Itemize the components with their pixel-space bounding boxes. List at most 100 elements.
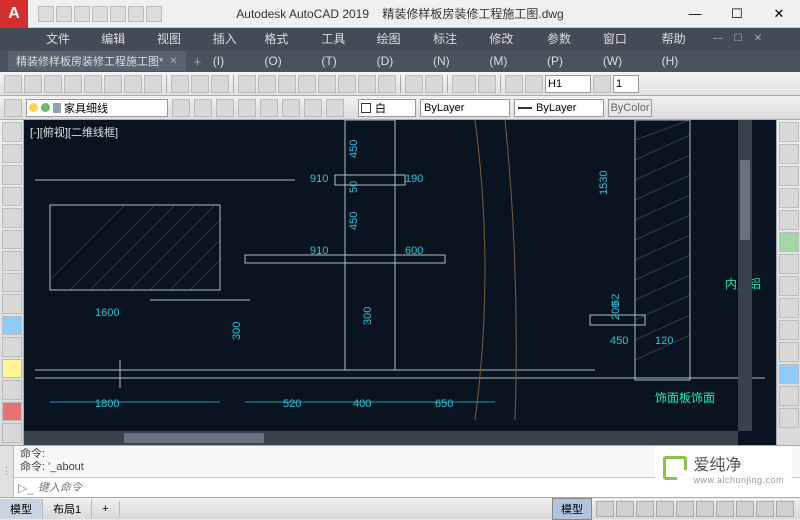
status-otrack-icon[interactable] [696, 501, 714, 517]
tab-close-icon[interactable]: ✕ [169, 56, 177, 67]
tool-move-icon[interactable] [779, 232, 799, 252]
tool-point-icon[interactable] [2, 294, 22, 314]
status-workspace-icon[interactable] [756, 501, 774, 517]
tool-extend-icon[interactable] [779, 342, 799, 362]
tool-spline-icon[interactable] [2, 273, 22, 293]
tool-dim-ordinate-icon[interactable] [64, 75, 82, 93]
tool-dim-arc-icon[interactable] [44, 75, 62, 93]
tool-dim-edit-icon[interactable] [358, 75, 376, 93]
vertical-scrollbar[interactable] [738, 120, 752, 431]
status-polar-icon[interactable] [656, 501, 674, 517]
mdi-minimize-icon[interactable]: — [708, 28, 728, 50]
tool-region-icon[interactable] [2, 380, 22, 400]
tool-pline-icon[interactable] [2, 144, 22, 164]
scrollbar-thumb[interactable] [740, 160, 750, 240]
status-snap-icon[interactable] [616, 501, 634, 517]
tool-rectangle-icon[interactable] [2, 208, 22, 228]
text-style-dropdown[interactable]: H1 [545, 75, 591, 93]
tool-hatch-icon[interactable] [2, 251, 22, 271]
tool-make-block-icon[interactable] [2, 337, 22, 357]
lineweight-dropdown[interactable]: ByLayer [514, 99, 604, 117]
status-anno-icon[interactable] [736, 501, 754, 517]
layer-iso-icon[interactable] [216, 99, 234, 117]
tool-copy-icon[interactable] [779, 144, 799, 164]
tool-revision-cloud-icon[interactable] [2, 423, 22, 443]
layer-freeze-tool-icon[interactable] [260, 99, 278, 117]
status-osnap-icon[interactable] [676, 501, 694, 517]
tool-ellipse-icon[interactable] [2, 230, 22, 250]
menu-help[interactable]: 帮助(H) [652, 28, 708, 50]
text-height-input[interactable]: 1 [613, 75, 639, 93]
tool-offset-icon[interactable] [779, 188, 799, 208]
qat-save-icon[interactable] [74, 6, 90, 22]
menu-edit[interactable]: 编辑(E) [91, 28, 147, 50]
tool-dim-aligned-icon[interactable] [24, 75, 42, 93]
tool-rotate-icon[interactable] [779, 254, 799, 274]
close-button[interactable]: ✕ [758, 0, 800, 28]
drawing-area[interactable]: [-][俯视][二维线框] [24, 120, 776, 445]
layer-manager-icon[interactable] [4, 99, 22, 117]
layer-make-current-icon[interactable] [304, 99, 322, 117]
tool-inspect-icon[interactable] [318, 75, 336, 93]
tab-layout1[interactable]: 布局1 [43, 499, 92, 519]
tool-tolerance-icon[interactable] [278, 75, 296, 93]
horizontal-scrollbar[interactable] [24, 431, 738, 445]
qat-redo-icon[interactable] [146, 6, 162, 22]
qat-undo-icon[interactable] [128, 6, 144, 22]
scrollbar-thumb[interactable] [124, 433, 264, 443]
layer-states-icon[interactable] [194, 99, 212, 117]
tool-mtext-icon[interactable] [452, 75, 476, 93]
tool-dtext-icon[interactable] [478, 75, 496, 93]
qat-saveas-icon[interactable] [92, 6, 108, 22]
tool-explode-icon[interactable] [779, 408, 799, 428]
command-grip-icon[interactable]: ⋮ [0, 446, 14, 497]
minimize-button[interactable]: — [674, 0, 716, 28]
new-tab-button[interactable]: + [194, 54, 202, 69]
tool-fillet-icon[interactable] [779, 364, 799, 384]
tool-jog-line-icon[interactable] [338, 75, 356, 93]
tool-array-icon[interactable] [779, 210, 799, 230]
layer-match-icon[interactable] [326, 99, 344, 117]
tool-table-icon[interactable] [2, 359, 22, 379]
menu-draw[interactable]: 绘图(D) [367, 28, 423, 50]
layer-uniso-icon[interactable] [238, 99, 256, 117]
tool-dim-continue-icon[interactable] [211, 75, 229, 93]
tab-add-layout[interactable]: + [92, 501, 119, 517]
layer-dropdown[interactable]: 家具细线 [26, 99, 168, 117]
tool-dim-angular-icon[interactable] [144, 75, 162, 93]
tool-dim-baseline-icon[interactable] [191, 75, 209, 93]
menu-dimension[interactable]: 标注(N) [423, 28, 479, 50]
tool-dim-radius-icon[interactable] [84, 75, 102, 93]
tool-mirror-icon[interactable] [779, 166, 799, 186]
layer-previous-icon[interactable] [172, 99, 190, 117]
tool-dim-quick-icon[interactable] [171, 75, 189, 93]
tool-dim-tedit-icon[interactable] [378, 75, 396, 93]
tool-text-style-icon[interactable] [525, 75, 543, 93]
menu-parametric[interactable]: 参数(P) [537, 28, 593, 50]
tool-center-mark-icon[interactable] [298, 75, 316, 93]
mdi-restore-icon[interactable]: ☐ [728, 28, 748, 50]
tool-circle-icon[interactable] [2, 165, 22, 185]
tool-dimstyle-update-icon[interactable] [405, 75, 423, 93]
tool-text-align-icon[interactable] [505, 75, 523, 93]
menu-file[interactable]: 文件(F) [36, 28, 91, 50]
status-model-button[interactable]: 模型 [552, 498, 592, 520]
maximize-button[interactable]: ☐ [716, 0, 758, 28]
status-ortho-icon[interactable] [636, 501, 654, 517]
tool-erase-icon[interactable] [779, 122, 799, 142]
cad-canvas[interactable]: 1600 1800 910 910 190 600 450 50 450 300… [24, 120, 776, 445]
menu-tools[interactable]: 工具(T) [311, 28, 366, 50]
menu-modify[interactable]: 修改(M) [479, 28, 537, 50]
layer-off-icon[interactable] [282, 99, 300, 117]
tool-wipeout-icon[interactable] [2, 402, 22, 422]
tool-dim-diameter-icon[interactable] [124, 75, 142, 93]
tool-chamfer-icon[interactable] [779, 386, 799, 406]
tool-dimstyle-icon[interactable] [425, 75, 443, 93]
tool-arc-icon[interactable] [2, 187, 22, 207]
tool-dim-space-icon[interactable] [238, 75, 256, 93]
tool-dim-break-icon[interactable] [258, 75, 276, 93]
status-lweight-icon[interactable] [716, 501, 734, 517]
qat-open-icon[interactable] [56, 6, 72, 22]
menu-view[interactable]: 视图(V) [147, 28, 203, 50]
document-tab-active[interactable]: 精装修样板房装修工程施工图* ✕ [8, 51, 186, 71]
